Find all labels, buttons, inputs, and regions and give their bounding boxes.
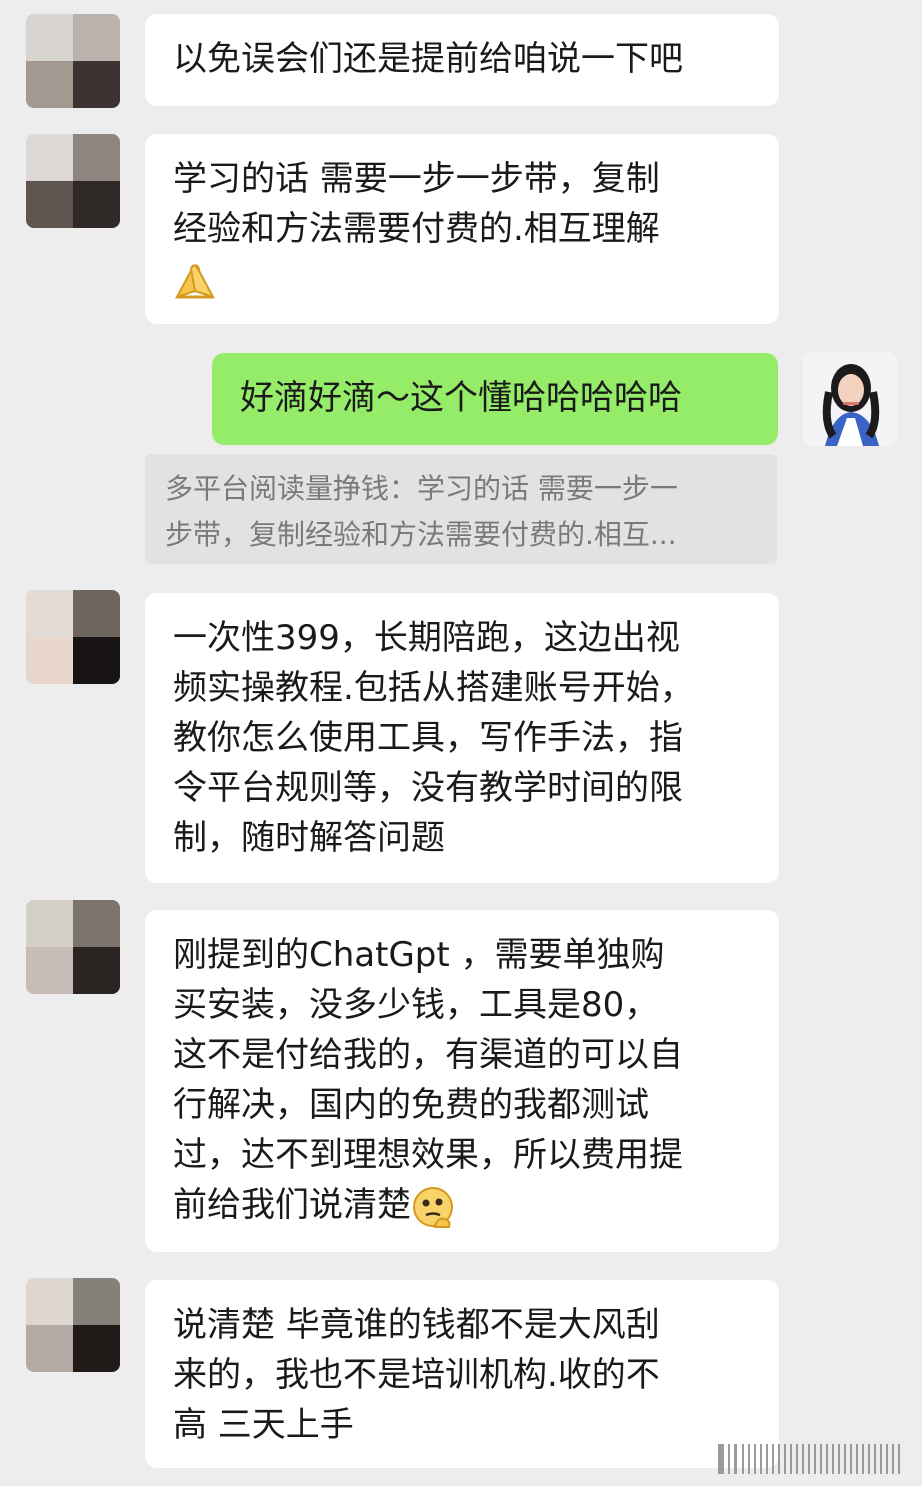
message-text: 令平台规则等，没有教学时间的限 <box>173 768 683 808</box>
quoted-message[interactable]: 多平台阅读量挣钱：学习的话 需要一步一 步带，复制经验和方法需要付费的.相互..… <box>145 454 777 564</box>
message-text: 频实操教程.包括从搭建账号开始， <box>173 668 694 708</box>
message-text: 前给我们说清楚 <box>173 1185 411 1225</box>
message-text: 以免误会们还是提前给咱说一下吧 <box>173 39 683 79</box>
quote-text: 步带，复制经验和方法需要付费的.相互... <box>165 518 677 551</box>
contact-avatar[interactable] <box>26 590 120 684</box>
thinking-face-icon <box>413 1186 453 1228</box>
message-text: 这不是付给我的，有渠道的可以自 <box>173 1035 683 1075</box>
contact-avatar[interactable] <box>26 14 120 108</box>
message-bubble-incoming[interactable]: 以免误会们还是提前给咱说一下吧 <box>145 14 779 106</box>
message-bubble-incoming[interactable]: 说清楚 毕竟谁的钱都不是大风刮 来的，我也不是培训机构.收的不 高 三天上手 <box>145 1280 779 1468</box>
message-text: 行解决，国内的免费的我都测试 <box>173 1085 649 1125</box>
message-text: 刚提到的ChatGpt ，需要单独购 <box>173 935 665 975</box>
message-text: 一次性399，长期陪跑，这边出视 <box>173 618 680 658</box>
profile-photo <box>803 352 897 446</box>
message-bubble-incoming[interactable]: 学习的话 需要一步一步带，复制 经验和方法需要付费的.相互理解 <box>145 134 779 324</box>
contact-avatar[interactable] <box>26 1278 120 1372</box>
message-text: 来的，我也不是培训机构.收的不 <box>173 1355 660 1395</box>
self-avatar[interactable] <box>803 352 897 446</box>
message-bubble-incoming[interactable]: 刚提到的ChatGpt ，需要单独购 买安装，没多少钱，工具是80， 这不是付给… <box>145 910 779 1252</box>
contact-avatar[interactable] <box>26 900 120 994</box>
pray-hands-icon <box>174 263 216 299</box>
message-bubble-outgoing[interactable]: 好滴好滴～这个懂哈哈哈哈哈 <box>212 353 778 445</box>
message-bubble-incoming[interactable]: 一次性399，长期陪跑，这边出视 频实操教程.包括从搭建账号开始， 教你怎么使用… <box>145 593 779 883</box>
message-text: 学习的话 需要一步一步带，复制 <box>173 159 660 199</box>
quote-text: 多平台阅读量挣钱：学习的话 需要一步一 <box>165 472 678 505</box>
message-text: 买安装，没多少钱，工具是80， <box>173 985 659 1025</box>
message-text: 制，随时解答问题 <box>173 818 445 858</box>
contact-avatar[interactable] <box>26 134 120 228</box>
watermark-stripes <box>718 1444 900 1474</box>
message-text: 高 三天上手 <box>173 1405 354 1445</box>
message-text: 说清楚 毕竟谁的钱都不是大风刮 <box>173 1305 660 1345</box>
message-text: 好滴好滴～这个懂哈哈哈哈哈 <box>240 378 682 418</box>
message-text: 经验和方法需要付费的.相互理解 <box>173 209 660 249</box>
message-text: 教你怎么使用工具，写作手法，指 <box>173 718 683 758</box>
message-text: 过，达不到理想效果，所以费用提 <box>173 1135 683 1175</box>
